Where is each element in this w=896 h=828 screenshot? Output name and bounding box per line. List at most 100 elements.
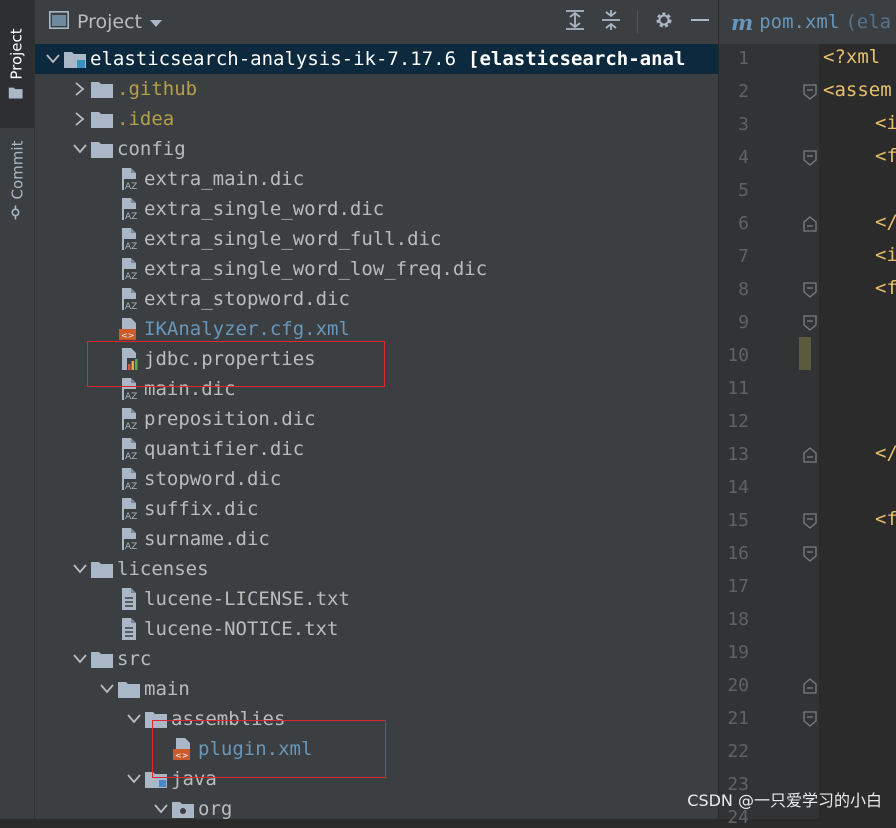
project-window-icon (49, 10, 69, 34)
tree-item[interactable]: AZ extra_single_word.dic (35, 194, 718, 224)
tree-item[interactable]: .github (35, 74, 718, 104)
code-line[interactable]: <f (875, 508, 896, 530)
svg-text:AZ: AZ (125, 542, 137, 550)
fold-end-icon[interactable] (803, 678, 817, 698)
svg-text:AZ: AZ (125, 212, 137, 220)
chevron-down-icon[interactable] (97, 684, 117, 694)
dictionary-file-icon: AZ (117, 168, 141, 190)
tree-item-label: quantifier.dic (144, 438, 305, 460)
chevron-down-icon[interactable] (70, 654, 90, 664)
line-number: 3 (738, 114, 749, 135)
tree-item[interactable]: main (35, 674, 718, 704)
code-line[interactable]: </ (875, 442, 896, 464)
folder-icon (8, 86, 26, 100)
text-file-icon (117, 588, 141, 610)
code-line[interactable]: <assem (823, 79, 892, 101)
dictionary-file-icon: AZ (117, 228, 141, 250)
tree-item[interactable]: licenses (35, 554, 718, 584)
line-number: 15 (727, 510, 749, 531)
fold-collapse-icon[interactable] (803, 150, 817, 170)
fold-collapse-icon[interactable] (803, 711, 817, 731)
tree-item[interactable]: org (35, 794, 718, 819)
tree-item-module-name: [elasticsearch-anal (468, 48, 686, 70)
chevron-down-icon[interactable] (124, 714, 144, 724)
tree-item[interactable]: AZ extra_single_word_low_freq.dic (35, 254, 718, 284)
tree-item[interactable]: AZ extra_stopword.dic (35, 284, 718, 314)
editor-tab-pom[interactable]: m pom.xml (ela (719, 0, 896, 44)
line-number: 18 (727, 609, 749, 630)
tree-item-label: extra_stopword.dic (144, 288, 350, 310)
svg-text:AZ: AZ (125, 512, 137, 520)
chevron-right-icon[interactable] (70, 112, 90, 126)
folder-icon (117, 678, 141, 700)
tree-item[interactable]: AZ quantifier.dic (35, 434, 718, 464)
commit-tool-tab[interactable]: Commit (0, 130, 34, 230)
code-line[interactable]: <f (875, 145, 896, 167)
annotation-box-jdbc (87, 341, 385, 387)
chevron-down-icon[interactable] (124, 774, 144, 784)
line-number: 21 (727, 708, 749, 729)
code-line[interactable]: <f (875, 277, 896, 299)
module-icon (63, 48, 87, 70)
fold-end-icon[interactable] (803, 216, 817, 236)
code-line[interactable]: <?xml (823, 46, 880, 68)
fold-collapse-icon[interactable] (803, 315, 817, 335)
tree-item[interactable]: config (35, 134, 718, 164)
fold-collapse-icon[interactable] (803, 513, 817, 533)
code-line[interactable]: <i (875, 244, 896, 266)
tree-item[interactable]: AZ suffix.dic (35, 494, 718, 524)
fold-collapse-icon[interactable] (803, 282, 817, 302)
line-number: 17 (727, 576, 749, 597)
dictionary-file-icon: AZ (117, 408, 141, 430)
gear-icon[interactable] (654, 10, 674, 34)
dictionary-file-icon: AZ (117, 528, 141, 550)
fold-collapse-icon[interactable] (803, 546, 817, 566)
code-line[interactable]: <i (875, 112, 896, 134)
tree-item[interactable]: AZ stopword.dic (35, 464, 718, 494)
collapse-all-icon[interactable] (601, 9, 621, 35)
line-number: 14 (727, 477, 749, 498)
tree-item[interactable]: AZ surname.dic (35, 524, 718, 554)
tree-item[interactable]: AZ extra_main.dic (35, 164, 718, 194)
tree-item[interactable]: lucene-LICENSE.txt (35, 584, 718, 614)
project-tool-tab[interactable]: Project (0, 0, 34, 128)
annotation-box-plugin (152, 720, 386, 778)
tree-item-label: licenses (117, 558, 209, 580)
package-icon (171, 798, 195, 819)
line-number: 12 (727, 411, 749, 432)
chevron-down-icon[interactable] (70, 144, 90, 154)
tree-item[interactable]: AZ preposition.dic (35, 404, 718, 434)
tree-item-label: org (198, 798, 233, 819)
chevron-down-icon[interactable] (43, 54, 63, 64)
tree-item-label: stopword.dic (144, 468, 282, 490)
fold-end-icon[interactable] (803, 447, 817, 467)
tree-item-label: extra_single_word_full.dic (144, 228, 442, 250)
chevron-down-icon[interactable] (151, 804, 171, 814)
expand-all-icon[interactable] (565, 9, 585, 35)
fold-collapse-icon[interactable] (803, 84, 817, 104)
svg-text:AZ: AZ (125, 482, 137, 490)
line-number: 13 (727, 444, 749, 465)
tree-item[interactable]: elasticsearch-analysis-ik-7.17.6 [elastic… (35, 44, 718, 74)
line-number: 20 (727, 675, 749, 696)
svg-text:AZ: AZ (125, 272, 137, 280)
svg-text:AZ: AZ (125, 392, 137, 400)
tree-item-label: IKAnalyzer.cfg.xml (144, 318, 350, 340)
tree-item[interactable]: AZ extra_single_word_full.dic (35, 224, 718, 254)
line-number: 5 (738, 180, 749, 201)
xml-file-icon: <> (117, 318, 141, 340)
tree-item[interactable]: <> IKAnalyzer.cfg.xml (35, 314, 718, 344)
svg-text:<>: <> (121, 331, 134, 340)
project-tree: elasticsearch-analysis-ik-7.17.6 [elastic… (35, 44, 718, 819)
project-view-selector[interactable]: Project (49, 10, 163, 34)
panel-toolbar (565, 0, 710, 44)
hide-panel-icon[interactable] (690, 10, 710, 34)
tree-item[interactable]: src (35, 644, 718, 674)
tree-item[interactable]: .idea (35, 104, 718, 134)
line-number: 11 (727, 378, 749, 399)
code-line[interactable]: </ (875, 211, 896, 233)
chevron-down-icon[interactable] (70, 564, 90, 574)
dictionary-file-icon: AZ (117, 438, 141, 460)
chevron-right-icon[interactable] (70, 82, 90, 96)
tree-item[interactable]: lucene-NOTICE.txt (35, 614, 718, 644)
